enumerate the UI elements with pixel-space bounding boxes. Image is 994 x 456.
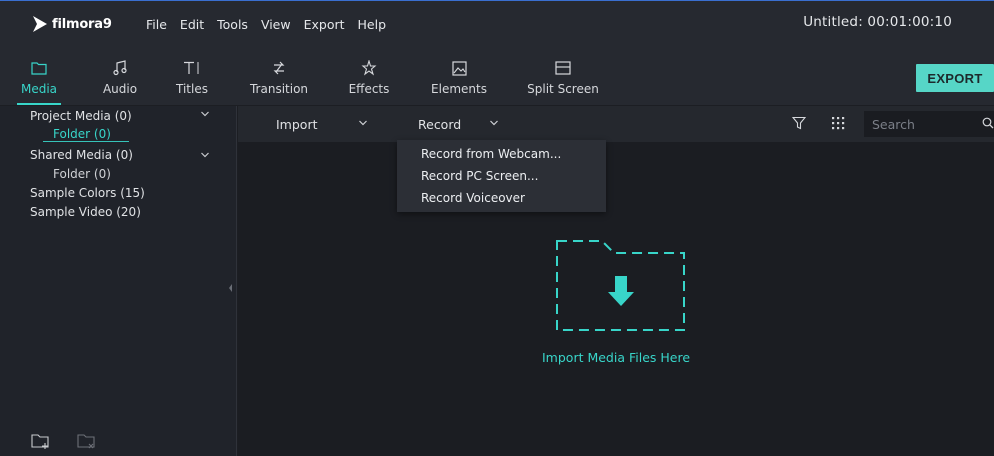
folder-icon	[31, 62, 47, 75]
tab-media[interactable]: Media	[18, 58, 60, 96]
tab-audio[interactable]: Audio	[97, 58, 143, 96]
media-library-sidebar: Project Media (0) Folder (0) Shared Medi…	[0, 106, 237, 456]
filter-icon[interactable]	[791, 116, 807, 133]
effects-sparkle-icon	[361, 60, 377, 76]
menu-help[interactable]: Help	[358, 17, 387, 32]
split-screen-icon	[555, 61, 571, 75]
record-button[interactable]: Record	[418, 117, 461, 132]
tab-titles[interactable]: Titles	[174, 58, 210, 96]
sidebar-item-shared-folder[interactable]: Folder (0)	[53, 167, 111, 181]
filmora-logo-icon	[33, 16, 47, 32]
import-button[interactable]: Import	[276, 117, 318, 132]
tab-elements-label: Elements	[431, 82, 487, 96]
menu-file[interactable]: File	[146, 17, 167, 32]
sidebar-item-project-media[interactable]: Project Media (0)	[30, 109, 132, 123]
grid-view-icon[interactable]	[831, 116, 845, 133]
menu-view[interactable]: View	[261, 17, 291, 32]
menu-item-record-voiceover[interactable]: Record Voiceover	[421, 191, 525, 205]
media-toolbar: Media Audio Titles Transition Effects El…	[0, 50, 994, 105]
import-drop-zone[interactable]	[556, 240, 686, 332]
music-note-icon	[113, 60, 127, 76]
tab-transition-label: Transition	[249, 82, 309, 96]
sidebar-item-sample-video[interactable]: Sample Video (20)	[30, 205, 141, 219]
tab-audio-label: Audio	[102, 82, 138, 96]
menu-export[interactable]: Export	[304, 17, 345, 32]
tab-effects[interactable]: Effects	[347, 58, 391, 96]
sidebar-item-project-folder[interactable]: Folder (0)	[43, 127, 129, 142]
import-hint-label[interactable]: Import Media Files Here	[542, 350, 690, 365]
tab-split-screen[interactable]: Split Screen	[526, 58, 600, 96]
project-title: Untitled: 00:01:00:10	[803, 14, 952, 30]
record-dropdown-menu: Record from Webcam... Record PC Screen..…	[397, 140, 606, 212]
tab-media-label: Media	[20, 82, 58, 96]
menu-edit[interactable]: Edit	[180, 17, 204, 32]
text-cursor-icon	[184, 61, 199, 74]
menu-item-record-screen[interactable]: Record PC Screen...	[421, 169, 538, 183]
sidebar-item-shared-media[interactable]: Shared Media (0)	[30, 148, 133, 162]
new-folder-icon[interactable]	[31, 432, 51, 453]
media-panel-toolbar: Import Record	[238, 106, 994, 142]
tab-titles-label: Titles	[176, 82, 208, 96]
image-icon	[451, 60, 467, 76]
import-chevron-icon[interactable]	[358, 117, 368, 131]
menu-item-record-webcam[interactable]: Record from Webcam...	[421, 147, 561, 161]
record-chevron-icon[interactable]	[489, 117, 499, 131]
transition-icon	[273, 61, 285, 75]
collapse-sidebar-handle[interactable]	[228, 282, 233, 292]
search-box	[864, 111, 994, 137]
chevron-down-icon[interactable]	[200, 149, 210, 163]
tab-split-screen-label: Split Screen	[527, 82, 599, 96]
tab-transition[interactable]: Transition	[247, 58, 311, 96]
menu-tools[interactable]: Tools	[217, 17, 248, 32]
media-panel: Import Record Search Import Media Files …	[238, 106, 994, 456]
logo-text: filmora9	[52, 16, 112, 32]
delete-folder-icon[interactable]	[77, 432, 97, 453]
menu-bar: File Edit Tools View Export Help	[146, 14, 399, 34]
export-button[interactable]: EXPORT	[916, 64, 994, 92]
tab-effects-label: Effects	[348, 82, 390, 96]
app-logo: filmora9	[32, 14, 112, 34]
folder-download-icon	[556, 240, 685, 331]
tab-elements[interactable]: Elements	[430, 58, 488, 96]
search-icon[interactable]	[982, 117, 994, 132]
sidebar-item-sample-colors[interactable]: Sample Colors (15)	[30, 186, 145, 200]
chevron-down-icon[interactable]	[200, 108, 210, 122]
search-input[interactable]	[872, 115, 968, 133]
